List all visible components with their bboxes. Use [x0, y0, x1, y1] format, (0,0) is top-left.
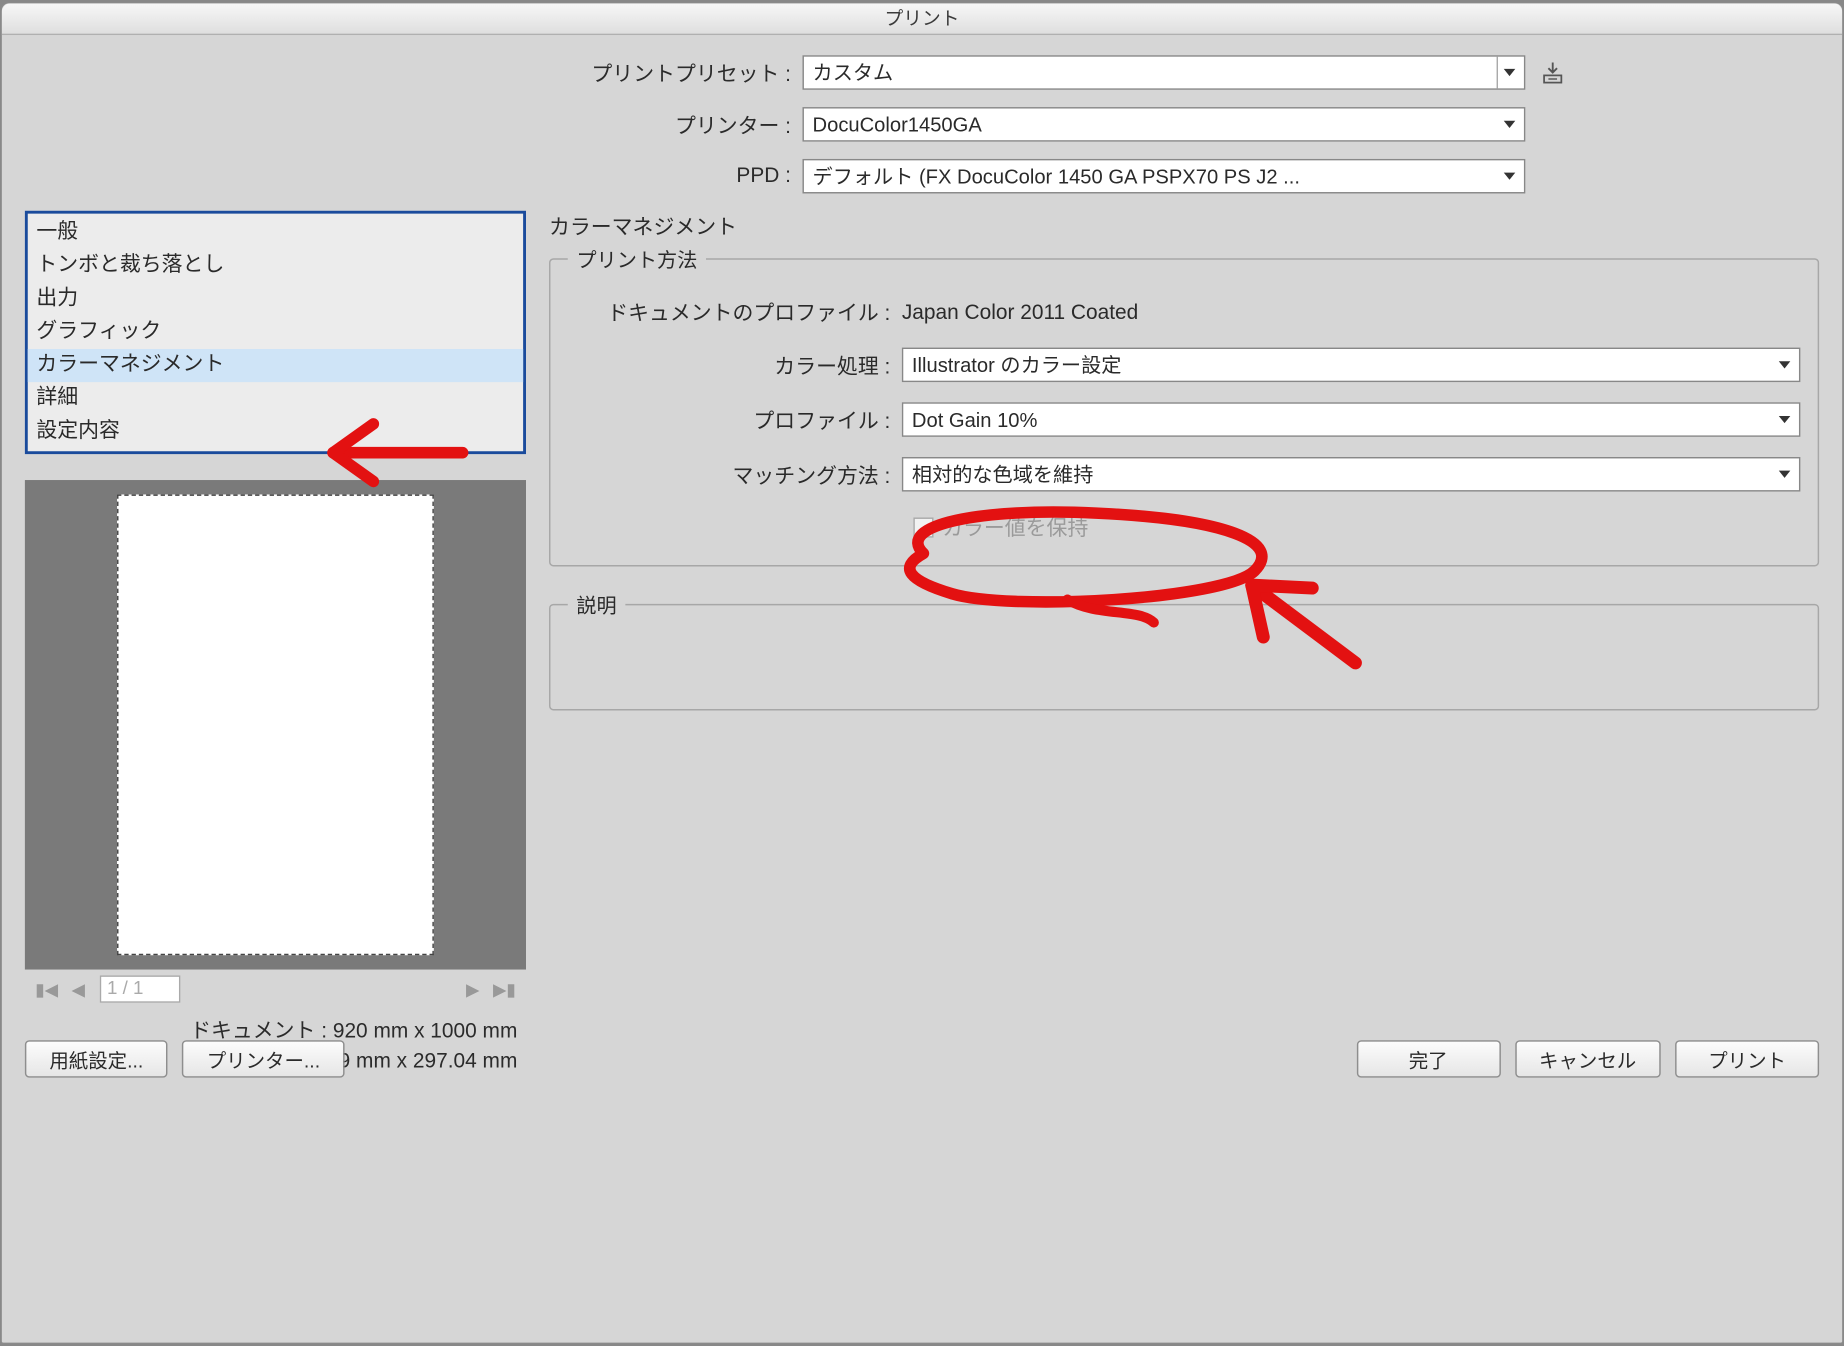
- document-profile-value: Japan Color 2011 Coated: [902, 301, 1138, 324]
- preview-thumbnail-area: [25, 480, 526, 970]
- profile-value: Dot Gain 10%: [912, 408, 1038, 431]
- done-button[interactable]: 完了: [1356, 1040, 1500, 1077]
- window-title: プリント: [885, 8, 960, 30]
- section-heading: カラーマネジメント: [549, 211, 1819, 241]
- print-method-group-label: プリント方法: [568, 245, 706, 274]
- category-output[interactable]: 出力: [28, 283, 523, 316]
- ppd-label: PPD :: [25, 165, 803, 188]
- printer-value: DocuColor1450GA: [813, 113, 982, 136]
- description-group-label: 説明: [568, 591, 626, 620]
- rendering-intent-value: 相対的な色域を維持: [912, 460, 1093, 489]
- preview-pagination: ▮◀ ◀ 1 / 1 ▶ ▶▮: [25, 970, 526, 1009]
- save-preset-icon[interactable]: [1537, 58, 1569, 87]
- category-marks-and-bleed[interactable]: トンボと裁ち落とし: [28, 250, 523, 283]
- preview-paper: [117, 494, 434, 955]
- category-summary[interactable]: 設定内容: [28, 415, 523, 448]
- category-advanced[interactable]: 詳細: [28, 382, 523, 415]
- profile-dropdown[interactable]: Dot Gain 10%: [902, 402, 1801, 437]
- cancel-button[interactable]: キャンセル: [1515, 1040, 1661, 1077]
- preserve-color-values-label: カラー値を保持: [942, 512, 1088, 542]
- ppd-value: デフォルト (FX DocuColor 1450 GA PSPX70 PS J2…: [813, 162, 1300, 191]
- titlebar: プリント: [2, 3, 1842, 35]
- document-profile-label: ドキュメントのプロファイル :: [568, 297, 902, 327]
- category-graphics[interactable]: グラフィック: [28, 316, 523, 349]
- print-method-group: プリント方法 ドキュメントのプロファイル : Japan Color 2011 …: [549, 258, 1819, 566]
- printer-label: プリンター :: [25, 109, 803, 139]
- rendering-intent-label: マッチング方法 :: [568, 459, 902, 489]
- page-number-field[interactable]: 1 / 1: [100, 975, 181, 1002]
- description-group: 説明: [549, 604, 1819, 711]
- print-preset-label: プリントプリセット :: [25, 57, 803, 87]
- prev-page-icon[interactable]: ◀: [65, 979, 91, 999]
- color-handling-dropdown[interactable]: Illustrator のカラー設定: [902, 348, 1801, 383]
- ppd-dropdown[interactable]: デフォルト (FX DocuColor 1450 GA PSPX70 PS J2…: [802, 159, 1525, 194]
- printer-dropdown[interactable]: DocuColor1450GA: [802, 107, 1525, 142]
- print-preset-dropdown[interactable]: カスタム: [802, 55, 1525, 90]
- next-page-icon[interactable]: ▶: [460, 979, 486, 999]
- preserve-color-values-row: カラー値を保持: [913, 512, 1800, 542]
- color-handling-value: Illustrator のカラー設定: [912, 350, 1121, 379]
- page-setup-button[interactable]: 用紙設定...: [25, 1040, 168, 1077]
- profile-label: プロファイル :: [568, 404, 902, 434]
- printer-setup-button[interactable]: プリンター...: [182, 1040, 344, 1077]
- last-page-icon[interactable]: ▶▮: [491, 979, 517, 999]
- color-handling-label: カラー処理 :: [568, 350, 902, 380]
- print-dialog: プリント プリントプリセット : カスタム プリンター : DocuColor1…: [0, 2, 1843, 1344]
- preserve-color-values-checkbox: [913, 517, 933, 537]
- print-preset-value: カスタム: [813, 58, 894, 87]
- category-general[interactable]: 一般: [28, 217, 523, 250]
- category-color-management[interactable]: カラーマネジメント: [28, 349, 523, 382]
- category-list: 一般 トンボと裁ち落とし 出力 グラフィック カラーマネジメント 詳細 設定内容: [25, 211, 526, 454]
- print-button[interactable]: プリント: [1675, 1040, 1819, 1077]
- rendering-intent-dropdown[interactable]: 相対的な色域を維持: [902, 457, 1801, 492]
- first-page-icon[interactable]: ▮◀: [34, 979, 60, 999]
